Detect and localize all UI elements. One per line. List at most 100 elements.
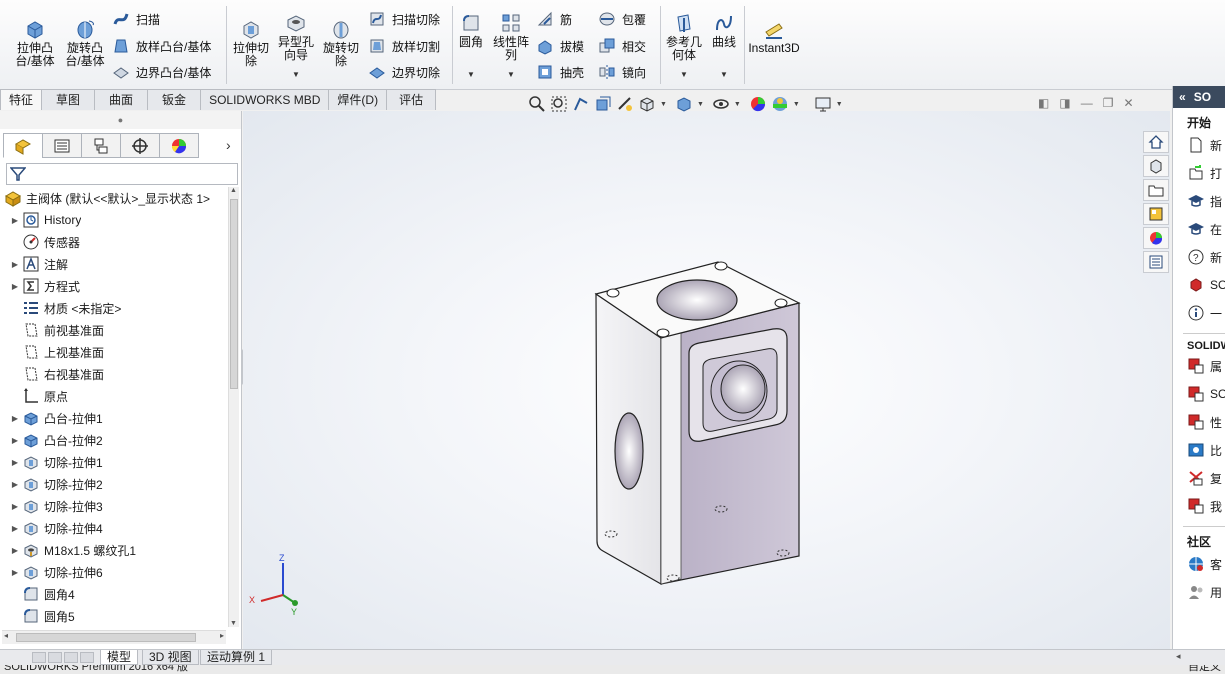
- first-tab-icon[interactable]: [32, 652, 46, 663]
- tree-item[interactable]: ▶ 注解: [0, 253, 228, 275]
- expand-arrow-icon[interactable]: ▶: [8, 546, 22, 555]
- curves-dropdown[interactable]: ▼: [720, 70, 728, 79]
- tab-model[interactable]: 模型: [100, 650, 139, 665]
- tree-item[interactable]: ▶ 凸台-拉伸1: [0, 407, 228, 429]
- view-settings-icon[interactable]: [814, 95, 832, 113]
- tree-item[interactable]: 上视基准面: [0, 341, 228, 363]
- tree-vertical-scrollbar[interactable]: ▲ ▼: [228, 187, 239, 627]
- view-orientation-dropdown[interactable]: ▼: [660, 101, 667, 108]
- revolve-cut-button[interactable]: 旋转切 除: [320, 18, 362, 68]
- tree-item[interactable]: 圆角4: [0, 583, 228, 605]
- expand-arrow-icon[interactable]: ▶: [8, 436, 22, 445]
- tab-feature-tree[interactable]: [3, 133, 43, 158]
- tree-item[interactable]: ▶ 切除-拉伸1: [0, 451, 228, 473]
- task-pane-link[interactable]: 我: [1173, 492, 1225, 520]
- extrude-cut-button[interactable]: 拉伸切 除: [230, 18, 272, 68]
- tree-item[interactable]: 圆角5: [0, 605, 228, 627]
- prev-tab-icon[interactable]: [48, 652, 62, 663]
- tab-features[interactable]: 特征: [0, 89, 43, 110]
- task-pane-link[interactable]: 打: [1173, 159, 1225, 187]
- linear-pattern-button[interactable]: 线性阵 列: [490, 12, 532, 62]
- rib-button[interactable]: 筋: [536, 8, 572, 30]
- zoom-to-fit-icon[interactable]: [528, 95, 546, 113]
- tab-solidworks-resources[interactable]: [1143, 131, 1169, 153]
- tree-item[interactable]: ▶ M18x1.5 螺纹孔1: [0, 539, 228, 561]
- fillet-button[interactable]: 圆角: [456, 12, 486, 49]
- expand-arrow-icon[interactable]: ▶: [8, 524, 22, 533]
- tab-weldments[interactable]: 焊件(D): [328, 89, 388, 110]
- tab-appearances[interactable]: [1143, 227, 1169, 249]
- view-settings-dropdown[interactable]: ▼: [836, 101, 843, 108]
- collapse-chevron-icon[interactable]: «: [1179, 90, 1186, 104]
- tree-item[interactable]: ▶ 切除-拉伸6: [0, 561, 228, 583]
- curves-button[interactable]: 曲线: [708, 12, 740, 49]
- scroll-thumb[interactable]: [230, 199, 238, 389]
- tab-solidworks-mbd[interactable]: SOLIDWORKS MBD: [200, 89, 330, 110]
- part-model[interactable]: Z X Y: [243, 111, 1170, 649]
- tab-motion-study[interactable]: 运动算例 1: [200, 650, 273, 665]
- expand-arrow-icon[interactable]: ▶: [8, 260, 22, 269]
- expand-arrow-icon[interactable]: ▶: [8, 216, 22, 225]
- lofted-cut-button[interactable]: 放样切割: [368, 35, 440, 57]
- tree-filter[interactable]: [6, 163, 238, 185]
- expand-arrow-icon[interactable]: ▶: [8, 502, 22, 511]
- more-tabs-chevron-icon[interactable]: ›: [226, 137, 231, 153]
- tree-item[interactable]: 前视基准面: [0, 319, 228, 341]
- window-tile-right-icon[interactable]: ◨: [1059, 96, 1070, 110]
- boundary-boss-button[interactable]: 边界凸台/基体: [112, 61, 211, 83]
- tree-item[interactable]: ▶ 切除-拉伸2: [0, 473, 228, 495]
- view-orientation-icon[interactable]: [638, 95, 656, 113]
- fillet-dropdown[interactable]: ▼: [467, 70, 475, 79]
- tree-item[interactable]: 材质 <未指定>: [0, 297, 228, 319]
- swept-cut-button[interactable]: 扫描切除: [368, 8, 440, 30]
- scroll-right-arrow-icon[interactable]: ▸: [220, 631, 224, 640]
- instant3d-button[interactable]: Instant3D: [748, 18, 800, 55]
- tab-evaluate[interactable]: 评估: [386, 89, 437, 110]
- expand-arrow-icon[interactable]: ▶: [8, 282, 22, 291]
- reference-geometry-button[interactable]: 参考几 何体: [664, 12, 704, 62]
- task-pane-link[interactable]: 用: [1173, 578, 1225, 606]
- boundary-cut-button[interactable]: 边界切除: [368, 61, 440, 83]
- window-close-icon[interactable]: ✕: [1123, 96, 1133, 110]
- expand-arrow-icon[interactable]: ▶: [8, 414, 22, 423]
- task-pane-link[interactable]: 新: [1173, 131, 1225, 159]
- extrude-boss-button[interactable]: 拉伸凸 台/基体: [12, 18, 58, 68]
- task-pane-link[interactable]: 复: [1173, 464, 1225, 492]
- window-minimize-icon[interactable]: —: [1081, 96, 1093, 110]
- task-pane-link[interactable]: SO: [1173, 271, 1225, 299]
- display-style-icon[interactable]: [675, 95, 693, 113]
- scroll-thumb[interactable]: [16, 633, 196, 642]
- tree-item[interactable]: ▶ 方程式: [0, 275, 228, 297]
- scroll-left-arrow-icon[interactable]: ◂: [4, 631, 8, 640]
- tab-file-explorer[interactable]: [1143, 179, 1169, 201]
- hole-wizard-dropdown[interactable]: ▼: [292, 70, 300, 79]
- tab-design-library[interactable]: [1143, 155, 1169, 177]
- dynamic-annotation-icon[interactable]: [616, 95, 634, 113]
- tree-item[interactable]: ▶ 切除-拉伸3: [0, 495, 228, 517]
- shell-button[interactable]: 抽壳: [536, 61, 584, 83]
- tree-item[interactable]: ▶ 切除-拉伸4: [0, 517, 228, 539]
- tree-horizontal-scrollbar[interactable]: ◂ ▸: [2, 630, 226, 644]
- wrap-button[interactable]: 包覆: [598, 8, 646, 30]
- tab-3d-views[interactable]: 3D 视图: [142, 650, 199, 665]
- task-pane-link[interactable]: 指: [1173, 187, 1225, 215]
- tab-sheet-metal[interactable]: 钣金: [147, 89, 202, 110]
- intersect-button[interactable]: 相交: [598, 35, 646, 57]
- expand-arrow-icon[interactable]: ▶: [8, 480, 22, 489]
- display-style-dropdown[interactable]: ▼: [697, 101, 704, 108]
- reference-geometry-dropdown[interactable]: ▼: [680, 70, 688, 79]
- scroll-up-arrow-icon[interactable]: ▲: [230, 187, 237, 194]
- task-pane-link[interactable]: 比: [1173, 436, 1225, 464]
- apply-scene-icon[interactable]: [771, 95, 789, 113]
- tree-item[interactable]: ▶ 凸台-拉伸2: [0, 429, 228, 451]
- task-pane-link[interactable]: SO: [1173, 380, 1225, 408]
- expand-arrow-icon[interactable]: ▶: [8, 568, 22, 577]
- revolve-boss-button[interactable]: 旋转凸 台/基体: [62, 18, 108, 68]
- tab-configuration-manager[interactable]: [81, 133, 121, 158]
- task-pane-link[interactable]: 客: [1173, 550, 1225, 578]
- tab-view-palette[interactable]: [1143, 203, 1169, 225]
- window-tile-left-icon[interactable]: ◧: [1038, 96, 1049, 110]
- last-tab-icon[interactable]: [80, 652, 94, 663]
- tree-item[interactable]: ▶ History: [0, 209, 228, 231]
- graphics-viewport[interactable]: Z X Y: [243, 111, 1170, 649]
